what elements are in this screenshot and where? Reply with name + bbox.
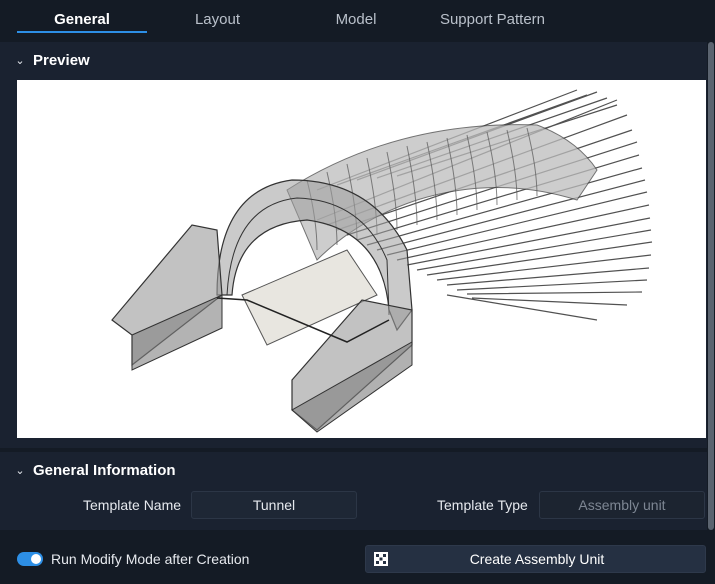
create-assembly-unit-button[interactable]: Create Assembly Unit bbox=[365, 545, 706, 573]
active-tab-indicator bbox=[17, 31, 147, 33]
template-type-field: Assembly unit bbox=[539, 491, 705, 519]
general-information-title: General Information bbox=[33, 461, 176, 479]
tab-layout[interactable]: Layout bbox=[160, 0, 275, 36]
create-assembly-unit-label: Create Assembly Unit bbox=[469, 551, 605, 567]
tab-bar: General Layout Model Support Pattern bbox=[0, 0, 715, 40]
tunnel-preview-image bbox=[17, 80, 706, 438]
tab-support-pattern[interactable]: Support Pattern bbox=[425, 0, 560, 36]
chevron-down-icon[interactable]: ⌄ bbox=[12, 54, 28, 67]
toggle-knob bbox=[31, 554, 41, 564]
tab-model[interactable]: Model bbox=[300, 0, 412, 36]
scrollbar-thumb[interactable] bbox=[708, 42, 714, 530]
preview-section-header[interactable]: ⌄ Preview bbox=[0, 42, 707, 78]
run-modify-mode-label: Run Modify Mode after Creation bbox=[51, 551, 250, 567]
preview-title: Preview bbox=[33, 51, 90, 69]
template-name-field[interactable]: Tunnel bbox=[191, 491, 357, 519]
run-modify-mode-toggle[interactable] bbox=[17, 552, 43, 566]
chevron-down-icon[interactable]: ⌄ bbox=[12, 464, 28, 477]
template-type-label: Template Type bbox=[437, 497, 528, 513]
general-information-section-header[interactable]: ⌄ General Information bbox=[0, 452, 707, 488]
assembly-icon bbox=[373, 551, 389, 567]
template-name-label: Template Name bbox=[83, 497, 182, 513]
